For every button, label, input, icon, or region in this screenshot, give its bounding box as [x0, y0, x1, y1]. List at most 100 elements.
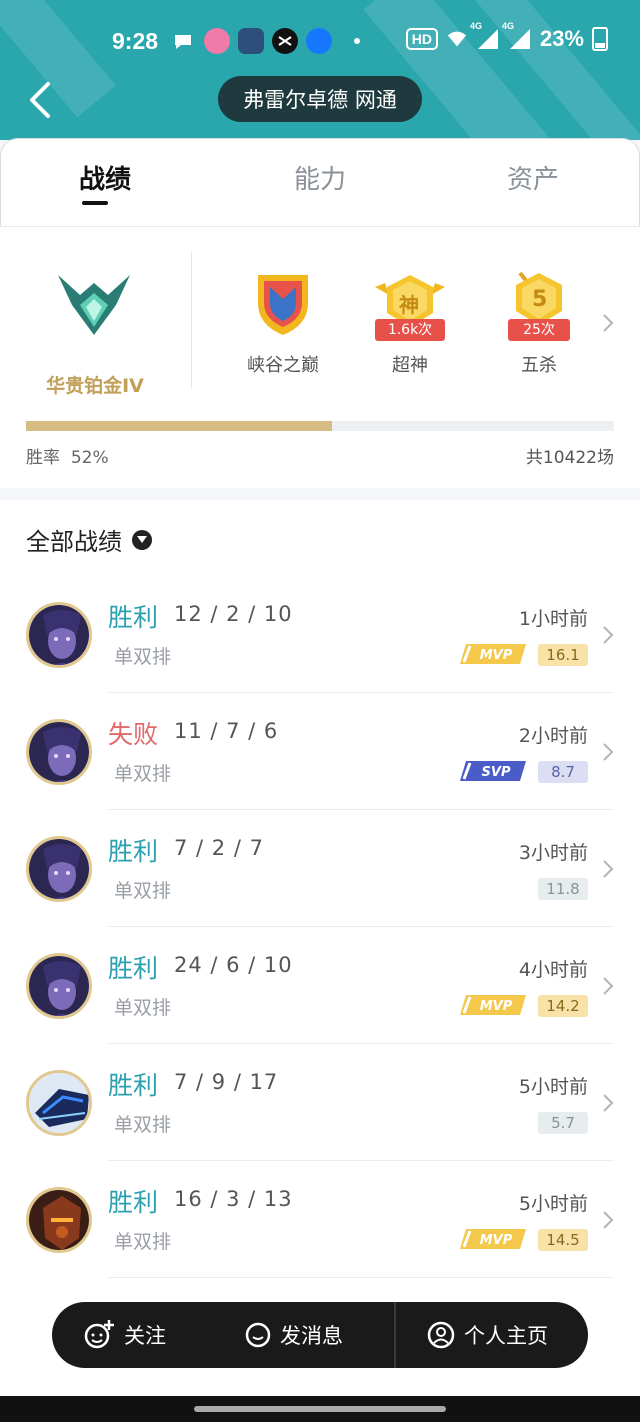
network-label-2: 4G — [501, 21, 514, 31]
match-result: 胜利 — [108, 1071, 159, 1100]
network-label-1: 4G — [469, 21, 482, 31]
match-row[interactable]: 失败 11 / 7 / 6 单双排 2小时前 SVP 8.7 — [0, 693, 640, 810]
game-app-icon — [238, 28, 264, 54]
match-time: 1小时前 — [518, 608, 588, 630]
message-label: 发消息 — [280, 1324, 343, 1348]
profile-button[interactable]: 个人主页 — [426, 1302, 548, 1368]
svg-text:MVP: MVP — [480, 1233, 513, 1248]
match-queue: 单双排 — [114, 763, 172, 785]
match-score: 16.1 — [538, 644, 588, 666]
tab-assets[interactable]: 资产 — [507, 159, 559, 196]
lala-app-icon — [204, 28, 230, 54]
match-result: 胜利 — [108, 603, 159, 632]
summoners-rift-peak-icon — [258, 275, 308, 335]
match-time: 5小时前 — [518, 1076, 588, 1098]
champion-avatar — [26, 1187, 92, 1253]
follow-button[interactable]: 关注 — [82, 1302, 166, 1368]
platinum-rank-emblem-icon — [58, 275, 130, 335]
match-kda: 16 / 3 / 13 — [174, 1187, 293, 1211]
match-result: 胜利 — [108, 954, 159, 983]
summary-card: 华贵铂金IV 峡谷之巅 神 1.6k次 超神 5 25次 五杀 胜率 52% 共… — [0, 226, 640, 488]
chevron-right-icon — [603, 1094, 614, 1112]
match-result: 胜利 — [108, 837, 159, 866]
match-row[interactable]: 胜利 7 / 9 / 17 单双排 5小时前 5.7 — [0, 1044, 640, 1161]
row-divider — [108, 1277, 614, 1278]
system-nav-bar — [0, 1396, 640, 1422]
match-queue: 单双排 — [114, 997, 172, 1019]
capcut-app-icon — [272, 28, 298, 54]
status-app-icons — [170, 28, 360, 54]
match-score: 11.8 — [538, 878, 588, 900]
status-indicators: HD 4G 4G 23% — [405, 21, 608, 52]
tab-record[interactable]: 战绩 — [79, 159, 131, 196]
battery-icon — [592, 27, 608, 51]
match-filter-label: 全部战绩 — [26, 528, 122, 556]
chevron-right-icon — [603, 977, 614, 995]
match-time: 4小时前 — [518, 959, 588, 981]
match-result: 失败 — [108, 720, 159, 749]
match-queue: 单双排 — [114, 646, 172, 668]
match-queue: 单双排 — [114, 880, 172, 902]
back-arrow-icon[interactable] — [22, 80, 62, 120]
pentakill-emblem-char: 5 — [532, 287, 548, 312]
status-time: 9:28 — [112, 28, 159, 54]
match-kda: 24 / 6 / 10 — [174, 953, 293, 977]
godlike-emblem-char: 神 — [399, 293, 419, 317]
home-indicator[interactable] — [194, 1406, 446, 1412]
mvp-badge-icon: MVP — [460, 642, 526, 666]
match-filter-dropdown[interactable]: 全部战绩 — [26, 522, 152, 557]
chevron-down-icon — [132, 529, 152, 550]
match-score: 8.7 — [538, 761, 588, 783]
match-list-section: 全部战绩 胜利 12 / 2 / 10 单双排 1小时前 MVP 16.1 失败… — [0, 500, 640, 1396]
profile-icon — [427, 1321, 455, 1349]
champion-avatar — [26, 836, 92, 902]
message-button[interactable]: 发消息 — [244, 1302, 343, 1368]
svg-text:SVP: SVP — [482, 765, 511, 780]
match-time: 3小时前 — [518, 842, 588, 864]
match-score: 14.5 — [538, 1229, 588, 1251]
godlike-count: 1.6k次 — [375, 319, 445, 341]
divider — [191, 251, 192, 389]
win-rate-value: 52% — [70, 448, 109, 468]
chevron-right-icon — [603, 743, 614, 761]
svg-text:MVP: MVP — [480, 648, 513, 663]
status-bar: 9:28 HD 4G 4G 23% — [0, 21, 640, 62]
chevron-right-icon — [603, 1211, 614, 1229]
win-rate: 胜率 52% — [26, 443, 109, 468]
honor-name: 峡谷之巅 — [247, 355, 319, 376]
match-queue: 单双排 — [114, 1114, 172, 1136]
match-row[interactable]: 胜利 12 / 2 / 10 单双排 1小时前 MVP 16.1 — [0, 576, 640, 693]
match-row[interactable]: 胜利 24 / 6 / 10 单双排 4小时前 MVP 14.2 — [0, 927, 640, 1044]
champion-avatar — [26, 602, 92, 668]
match-time: 2小时前 — [518, 725, 588, 747]
match-score: 5.7 — [538, 1112, 588, 1134]
svp-badge-icon: SVP — [460, 759, 526, 783]
alipay-app-icon — [306, 28, 332, 54]
more-dot-icon — [354, 38, 360, 44]
follow-label: 关注 — [124, 1324, 166, 1348]
rank-label: 华贵铂金IV — [46, 375, 144, 397]
match-row[interactable]: 胜利 16 / 3 / 13 单双排 5小时前 MVP 14.5 — [0, 1161, 640, 1278]
mvp-badge-icon: MVP — [460, 1227, 526, 1251]
champion-avatar — [26, 953, 92, 1019]
header: 9:28 HD 4G 4G 23% 弗雷尔卓德 网通 — [0, 0, 640, 140]
pentakill-count: 25次 — [508, 319, 570, 341]
mvp-badge-icon: MVP — [460, 993, 526, 1017]
match-kda: 7 / 9 / 17 — [174, 1070, 279, 1094]
tab-bar: 战绩 能力 资产 — [0, 138, 640, 226]
match-row[interactable]: 胜利 7 / 2 / 7 单双排 3小时前 11.8 — [0, 810, 640, 927]
action-bar: 关注 发消息 个人主页 — [52, 1302, 588, 1368]
tab-ability[interactable]: 能力 — [294, 159, 346, 196]
match-score: 14.2 — [538, 995, 588, 1017]
chat-icon — [245, 1322, 271, 1348]
chevron-right-icon — [603, 626, 614, 644]
message-app-icon — [170, 28, 196, 54]
champion-avatar — [26, 1070, 92, 1136]
match-kda: 11 / 7 / 6 — [174, 719, 279, 743]
server-title: 弗雷尔卓德 网通 — [218, 76, 422, 122]
win-rate-bar-fill — [26, 421, 332, 431]
match-kda: 7 / 2 / 7 — [174, 836, 264, 860]
match-result: 胜利 — [108, 1188, 159, 1217]
honors-chevron-right-icon[interactable] — [598, 311, 618, 335]
profile-label: 个人主页 — [464, 1324, 548, 1348]
